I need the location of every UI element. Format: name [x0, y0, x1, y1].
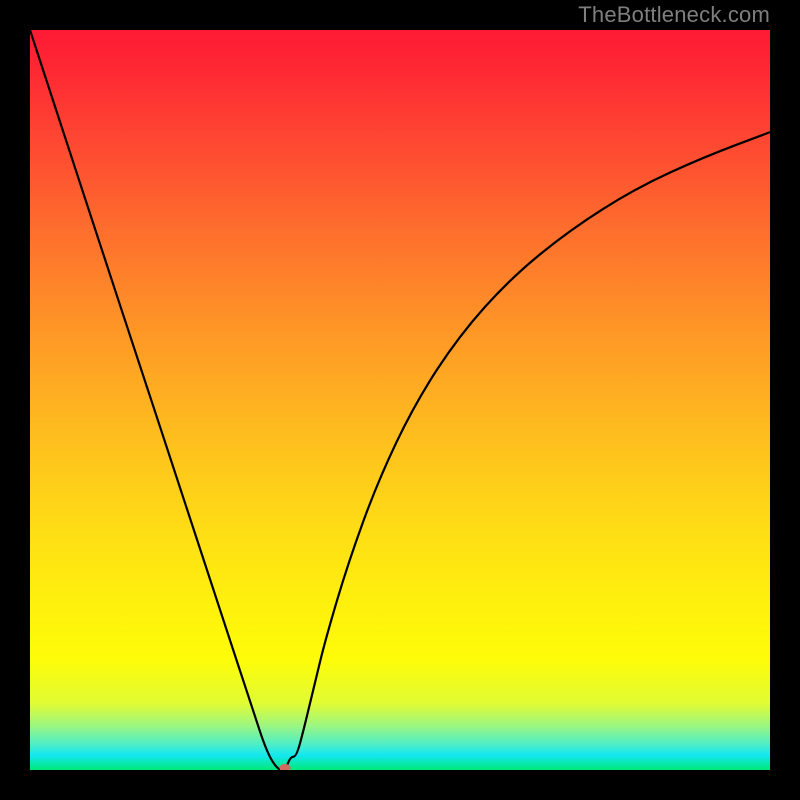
plot-area	[30, 30, 770, 770]
bottleneck-curve	[30, 30, 770, 770]
curve-svg	[30, 30, 770, 770]
watermark-text: TheBottleneck.com	[578, 2, 770, 28]
chart-frame: TheBottleneck.com	[0, 0, 800, 800]
optimal-point-marker	[280, 764, 291, 770]
